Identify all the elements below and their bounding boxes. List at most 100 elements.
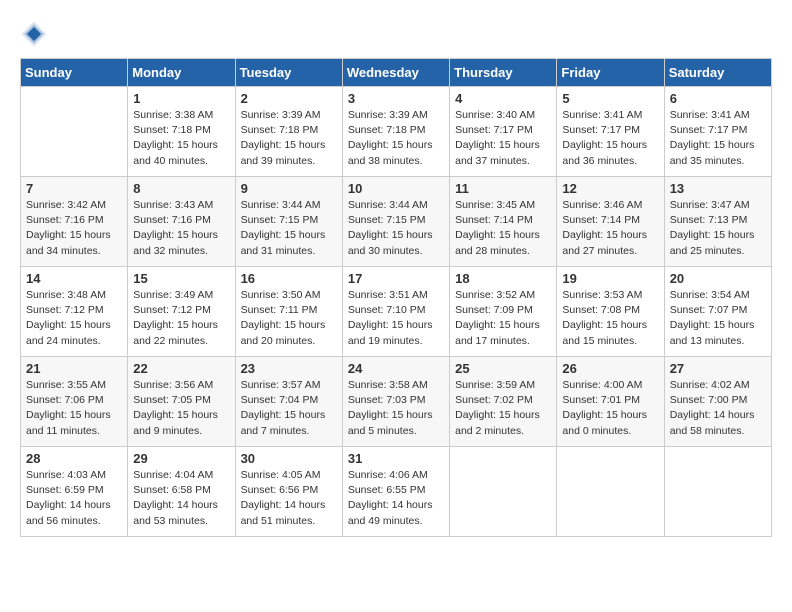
daylight-text: Daylight: 15 hours [562, 228, 658, 243]
daylight-text: Daylight: 15 hours [348, 138, 444, 153]
sunset-text: Sunset: 7:17 PM [670, 123, 766, 138]
calendar-cell: 16Sunrise: 3:50 AMSunset: 7:11 PMDayligh… [235, 267, 342, 357]
day-number: 24 [348, 361, 444, 376]
sunrise-text: Sunrise: 3:44 AM [348, 198, 444, 213]
sunset-text: Sunset: 7:15 PM [348, 213, 444, 228]
daylight-minutes: and 56 minutes. [26, 514, 122, 529]
week-row-4: 21 Sunrise: 3:55 AMSunset: 7:06 PM Dayligh… [21, 357, 772, 447]
sunset-text: Sunset: 7:17 PM [455, 123, 551, 138]
day-number: 29 [133, 451, 229, 466]
sunrise-text: Sunrise: 3:49 AM [133, 288, 229, 303]
daylight-minutes: and 51 minutes. [241, 514, 337, 529]
sunset-text: Sunset: 7:12 PM [26, 303, 122, 318]
sunset-text: Sunset: 6:59 PM [26, 483, 122, 498]
calendar-cell: 18Sunrise: 3:52 AMSunset: 7:09 PMDayligh… [450, 267, 557, 357]
daylight-text: Daylight: 15 hours [241, 228, 337, 243]
week-row-5: 28Sunrise: 4:03 AMSunset: 6:59 PMDayligh… [21, 447, 772, 537]
daylight-minutes: and 32 minutes. [133, 244, 229, 259]
daylight-minutes: and 2 minutes. [455, 424, 551, 439]
daylight-text: Daylight: 15 hours [455, 318, 551, 333]
calendar-cell: 20Sunrise: 3:54 AMSunset: 7:07 PMDayligh… [664, 267, 771, 357]
daylight-minutes: and 20 minutes. [241, 334, 337, 349]
day-number: 30 [241, 451, 337, 466]
sunset-text: Sunset: 7:12 PM [133, 303, 229, 318]
sunset-text: Sunset: 7:16 PM [133, 213, 229, 228]
sunrise-text: Sunrise: 4:02 AM [670, 378, 766, 393]
daylight-text: Daylight: 15 hours [241, 408, 337, 423]
day-number: 6 [670, 91, 766, 106]
daylight-text: Daylight: 15 hours [133, 318, 229, 333]
day-number: 23 [241, 361, 337, 376]
day-number: 15 [133, 271, 229, 286]
header-day-friday: Friday [557, 59, 664, 87]
calendar-cell: 17Sunrise: 3:51 AMSunset: 7:10 PMDayligh… [342, 267, 449, 357]
calendar-cell: 28Sunrise: 4:03 AMSunset: 6:59 PMDayligh… [21, 447, 128, 537]
day-number: 3 [348, 91, 444, 106]
sunrise-text: Sunrise: 3:51 AM [348, 288, 444, 303]
daylight-text: Daylight: 15 hours [241, 138, 337, 153]
daylight-text: Daylight: 15 hours [133, 408, 229, 423]
daylight-text: Daylight: 15 hours [26, 318, 122, 333]
day-number: 10 [348, 181, 444, 196]
sunset-text: Sunset: 7:18 PM [241, 123, 337, 138]
sunset-text: Sunset: 7:15 PM [241, 213, 337, 228]
daylight-minutes: and 5 minutes. [348, 424, 444, 439]
day-number: 4 [455, 91, 551, 106]
sunrise-text: Sunrise: 3:54 AM [670, 288, 766, 303]
calendar-cell: 23Sunrise: 3:57 AMSunset: 7:04 PMDayligh… [235, 357, 342, 447]
sunset-text: Sunset: 7:13 PM [670, 213, 766, 228]
daylight-text: Daylight: 14 hours [348, 498, 444, 513]
daylight-minutes: and 15 minutes. [562, 334, 658, 349]
sunrise-text: Sunrise: 4:00 AM [562, 378, 658, 393]
daylight-minutes: and 22 minutes. [133, 334, 229, 349]
day-number: 21 [26, 361, 122, 376]
calendar-cell: 5Sunrise: 3:41 AMSunset: 7:17 PMDaylight… [557, 87, 664, 177]
day-number: 25 [455, 361, 551, 376]
header-day-sunday: Sunday [21, 59, 128, 87]
daylight-minutes: and 38 minutes. [348, 154, 444, 169]
sunrise-text: Sunrise: 4:04 AM [133, 468, 229, 483]
sunrise-text: Sunrise: 4:03 AM [26, 468, 122, 483]
sunrise-text: Sunrise: 3:39 AM [348, 108, 444, 123]
sunrise-text: Sunrise: 3:39 AM [241, 108, 337, 123]
sunrise-text: Sunrise: 4:06 AM [348, 468, 444, 483]
sunrise-text: Sunrise: 3:41 AM [562, 108, 658, 123]
sunset-text: Sunset: 7:18 PM [133, 123, 229, 138]
sunset-text: Sunset: 7:06 PM [26, 393, 122, 408]
daylight-text: Daylight: 15 hours [562, 408, 658, 423]
sunset-text: Sunset: 7:14 PM [562, 213, 658, 228]
day-number: 12 [562, 181, 658, 196]
day-number: 13 [670, 181, 766, 196]
sunset-text: Sunset: 7:11 PM [241, 303, 337, 318]
daylight-minutes: and 49 minutes. [348, 514, 444, 529]
sunrise-text: Sunrise: 3:53 AM [562, 288, 658, 303]
daylight-minutes: and 58 minutes. [670, 424, 766, 439]
calendar-cell [21, 87, 128, 177]
daylight-minutes: and 34 minutes. [26, 244, 122, 259]
day-number: 11 [455, 181, 551, 196]
day-number: 2 [241, 91, 337, 106]
calendar-cell [664, 447, 771, 537]
daylight-minutes: and 30 minutes. [348, 244, 444, 259]
day-number: 26 [562, 361, 658, 376]
sunset-text: Sunset: 7:10 PM [348, 303, 444, 318]
daylight-text: Daylight: 15 hours [133, 138, 229, 153]
sunset-text: Sunset: 7:05 PM [133, 393, 229, 408]
daylight-text: Daylight: 15 hours [241, 318, 337, 333]
daylight-text: Daylight: 14 hours [670, 408, 766, 423]
calendar-cell: 26Sunrise: 4:00 AMSunset: 7:01 PMDayligh… [557, 357, 664, 447]
calendar-cell: 6Sunrise: 3:41 AMSunset: 7:17 PMDaylight… [664, 87, 771, 177]
week-row-1: 1Sunrise: 3:38 AMSunset: 7:18 PMDaylight… [21, 87, 772, 177]
daylight-minutes: and 9 minutes. [133, 424, 229, 439]
sunrise-text: Sunrise: 3:55 AM [26, 378, 122, 393]
week-row-3: 14Sunrise: 3:48 AMSunset: 7:12 PMDayligh… [21, 267, 772, 357]
sunrise-text: Sunrise: 3:57 AM [241, 378, 337, 393]
header-row: SundayMondayTuesdayWednesdayThursdayFrid… [21, 59, 772, 87]
day-number: 7 [26, 181, 122, 196]
calendar-cell: 15 Sunrise: 3:49 AMSunset: 7:12 PMDayligh… [128, 267, 235, 357]
day-number: 5 [562, 91, 658, 106]
daylight-minutes: and 24 minutes. [26, 334, 122, 349]
daylight-minutes: and 25 minutes. [670, 244, 766, 259]
calendar-cell: 22Sunrise: 3:56 AMSunset: 7:05 PMDayligh… [128, 357, 235, 447]
sunrise-text: Sunrise: 3:56 AM [133, 378, 229, 393]
